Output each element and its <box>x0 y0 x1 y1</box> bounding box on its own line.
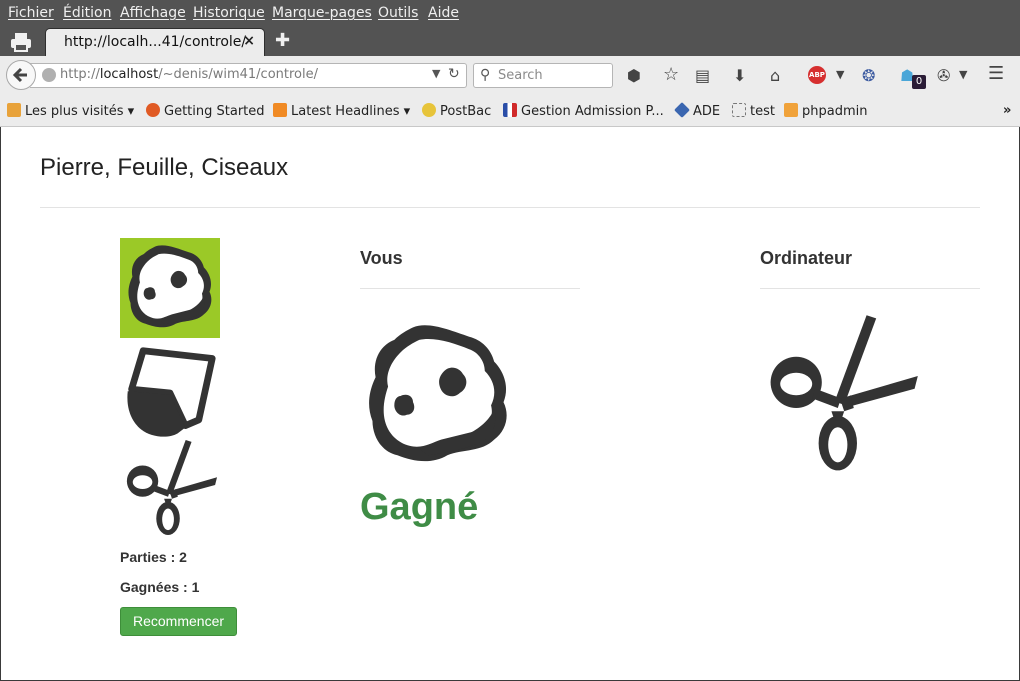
search-icon: ⚲ <box>480 67 491 83</box>
globe-icon <box>42 68 56 82</box>
swirl-icon[interactable]: ❂ <box>862 66 875 85</box>
url-bar[interactable]: http://localhost/~denis/wim41/controle/ … <box>30 63 467 88</box>
hamburger-menu-icon[interactable]: ☰ <box>988 63 1004 84</box>
notification-badge: 0 <box>912 75 926 89</box>
menu-item-marque-pages[interactable]: Marque-pages <box>272 5 372 21</box>
menu-item-affichage[interactable]: Affichage <box>120 5 186 21</box>
bookmark-ade[interactable]: ADE <box>674 102 720 119</box>
firefox-icon <box>146 103 160 117</box>
menu-item-aide[interactable]: Aide <box>428 5 459 21</box>
navigation-bar: http://localhost/~denis/wim41/controle/ … <box>0 56 1020 95</box>
player-divider <box>360 288 580 289</box>
menu-bar: Fichier Édition Affichage Historique Mar… <box>0 0 1020 27</box>
menu-item-edition[interactable]: Édition <box>63 5 111 21</box>
folder-icon <box>7 103 21 117</box>
bookmark-phpadmin[interactable]: phpadmin <box>784 103 867 119</box>
choice-rock-button[interactable] <box>120 238 220 338</box>
computer-choice-scissors-icon <box>760 312 922 472</box>
scissors-icon <box>120 438 220 536</box>
menu-item-fichier[interactable]: Fichier <box>8 5 54 21</box>
extension-icon[interactable]: ⬢ <box>627 66 641 85</box>
bookmark-gestion-admission[interactable]: Gestion Admission P... <box>503 103 664 119</box>
paper-icon <box>122 345 218 441</box>
reading-list-icon[interactable]: ▤ <box>695 66 710 85</box>
home-icon[interactable]: ⌂ <box>770 66 780 85</box>
url-text: http://localhost/~denis/wim41/controle/ <box>60 67 318 82</box>
rock-icon <box>123 240 217 336</box>
adblock-icon[interactable]: ABP <box>808 66 826 84</box>
bookmark-plus-visites[interactable]: Les plus visités ▾ <box>7 103 134 119</box>
reload-icon[interactable]: ↻ <box>448 66 460 82</box>
bookmark-star-icon[interactable]: ☆ <box>663 64 679 85</box>
back-arrow-icon <box>12 67 27 83</box>
choice-paper-button[interactable] <box>120 343 220 443</box>
back-button[interactable] <box>6 60 36 90</box>
bookmark-test[interactable]: test <box>732 103 775 119</box>
title-divider <box>40 207 980 208</box>
pma-icon <box>784 103 798 117</box>
games-won-count: Gagnées : 1 <box>120 579 200 595</box>
bookmarks-bar: Les plus visités ▾ Getting Started Lates… <box>0 95 1020 127</box>
flag-icon <box>503 103 517 117</box>
menu-item-outils[interactable]: Outils <box>378 5 418 21</box>
page-icon <box>732 103 746 117</box>
menu-item-historique[interactable]: Historique <box>193 5 265 21</box>
games-played-count: Parties : 2 <box>120 549 187 565</box>
search-bar[interactable]: ⚲ Search <box>473 63 613 88</box>
camera-icon[interactable]: ✇ <box>937 66 950 85</box>
ade-icon <box>674 102 690 118</box>
computer-divider <box>760 288 980 289</box>
tab-strip: http://localh...41/controle/ × ✚ <box>0 27 1020 56</box>
new-tab-icon[interactable]: ✚ <box>275 30 290 51</box>
result-text: Gagné <box>360 486 479 528</box>
tab-active[interactable]: http://localh...41/controle/ × <box>45 28 265 56</box>
tab-title: http://localh...41/controle/ <box>64 34 247 50</box>
bookmark-getting-started[interactable]: Getting Started <box>146 103 265 119</box>
download-icon[interactable]: ⬇ <box>733 66 746 85</box>
computer-heading: Ordinateur <box>760 248 853 268</box>
bookmark-latest-headlines[interactable]: Latest Headlines ▾ <box>273 103 410 119</box>
player-heading: Vous <box>360 248 403 268</box>
postbac-icon <box>422 103 436 117</box>
restart-button[interactable]: Recommencer <box>120 607 237 636</box>
url-dropdown-icon[interactable]: ▼ <box>432 67 440 80</box>
choice-scissors-button[interactable] <box>120 438 220 538</box>
print-icon[interactable] <box>8 31 34 53</box>
bookmark-postbac[interactable]: PostBac <box>422 103 491 119</box>
adblock-dropdown-icon[interactable]: ▼ <box>836 68 844 81</box>
bookmarks-overflow-icon[interactable]: » <box>1003 103 1011 118</box>
rss-icon <box>273 103 287 117</box>
search-input[interactable]: Search <box>498 68 543 83</box>
camera-dropdown-icon[interactable]: ▼ <box>959 68 967 81</box>
page-title: Pierre, Feuille, Ciseaux <box>40 154 289 181</box>
player-choice-rock-icon <box>360 316 516 476</box>
close-icon[interactable]: × <box>243 33 255 49</box>
